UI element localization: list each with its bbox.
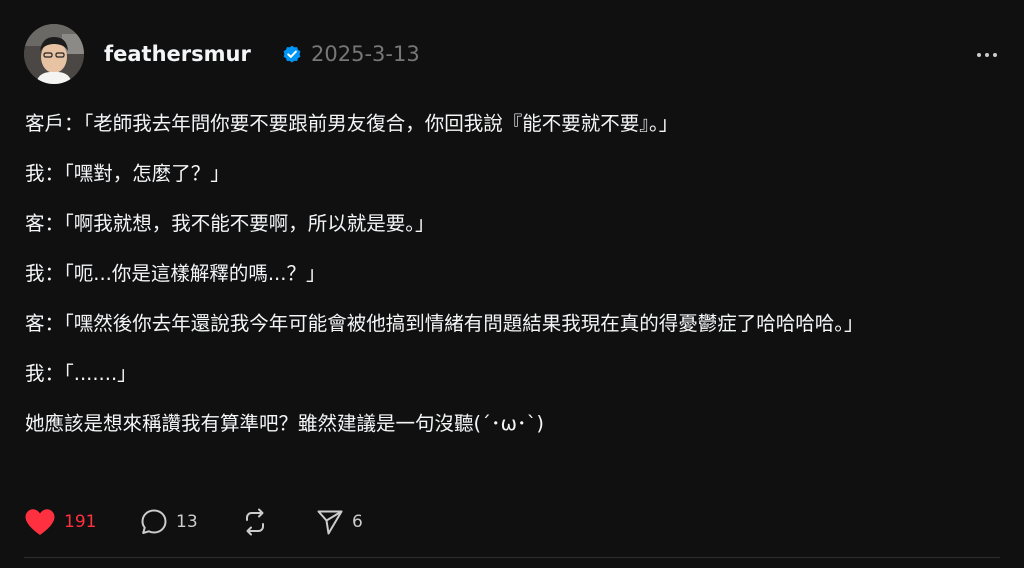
post-paragraph: 我：「嘿對，怎麼了？」 <box>25 162 230 185</box>
share-button[interactable]: 6 <box>316 502 363 542</box>
post-paragraph: 我：「呃...你是這樣解釋的嗎...？」 <box>25 262 326 285</box>
reply-button[interactable]: 13 <box>140 502 198 542</box>
verified-badge-icon <box>283 45 301 63</box>
repost-button[interactable] <box>240 502 270 542</box>
heart-icon <box>25 509 55 535</box>
post-paragraph: 客：「嘿然後你去年還說我今年可能會被他搞到情緒有問題結果我現在真的得憂鬱症了哈哈… <box>25 312 864 335</box>
post-paragraph: 客戶：「老師我去年問你要不要跟前男友復合，你回我說『能不要就不要』。」 <box>25 112 679 135</box>
more-options-icon[interactable] <box>974 42 1000 68</box>
comment-icon <box>141 509 167 534</box>
share-count: 6 <box>352 512 363 532</box>
post-body: 客戶：「老師我去年問你要不要跟前男友復合，你回我說『能不要就不要』。」 我：「嘿… <box>25 106 1000 456</box>
like-button[interactable]: 191 <box>24 502 96 542</box>
avatar[interactable] <box>24 24 84 84</box>
threads-post: feathersmur 2025-3-13 客戶：「老師我去年問你要不要跟前男友… <box>0 0 1024 568</box>
post-header: feathersmur 2025-3-13 <box>24 24 1000 84</box>
send-icon <box>317 510 343 535</box>
like-count: 191 <box>64 512 97 532</box>
post-actions: 191 13 6 <box>24 502 524 542</box>
repost-icon <box>246 508 264 536</box>
avatar-image <box>24 24 84 84</box>
username[interactable]: feathersmur <box>104 39 251 69</box>
post-paragraph: 我：「.......」 <box>25 362 137 385</box>
post-divider <box>24 557 1000 558</box>
post-paragraph: 客：「啊我就想，我不能不要啊，所以就是要。」 <box>25 212 435 235</box>
reply-count: 13 <box>176 512 198 532</box>
post-timestamp: 2025-3-13 <box>311 42 420 66</box>
post-paragraph: 她應該是想來稱讚我有算準吧？雖然建議是一句沒聽(´･ω･`) <box>25 412 545 435</box>
